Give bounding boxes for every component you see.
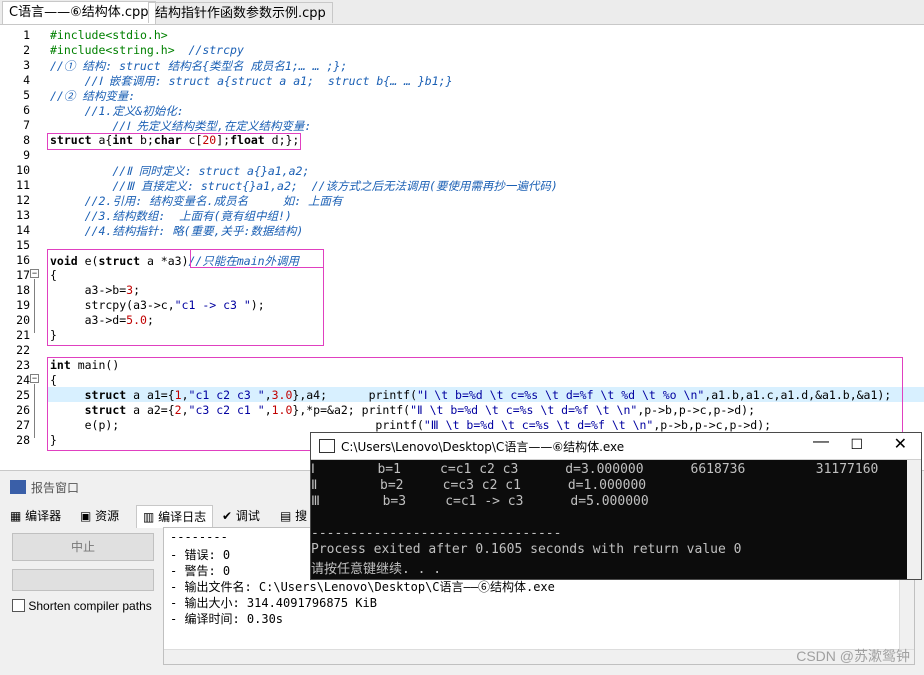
fold-toggle-icon[interactable]: − <box>30 374 39 383</box>
line-number: 2 <box>23 43 30 57</box>
maximize-icon[interactable]: ☐ <box>850 436 863 453</box>
log-line: - 输出文件名: C:\Users\Lenovo\Desktop\C语言——⑥结… <box>170 580 555 594</box>
tab-compiler[interactable]: ▦ 编译器 <box>10 505 61 527</box>
console-title-bar[interactable]: C:\Users\Lenovo\Desktop\C语言——⑥结构体.exe — … <box>311 433 921 460</box>
bar-chart-icon: ▥ <box>143 510 155 524</box>
line-number: 10 <box>16 163 30 177</box>
console-line: Ⅱ b=2 c=c3 c2 c1 d=1.000000 <box>311 478 647 493</box>
code-line[interactable]: //4.结构指针: 略(重要,关乎:数据结构) <box>50 223 304 239</box>
shorten-paths-checkbox[interactable]: Shorten compiler paths <box>12 599 152 613</box>
log-line: - 输出大小: 314.4091796875 KiB <box>170 596 377 610</box>
code-line[interactable]: //② 结构变量: <box>50 88 135 104</box>
console-line: Ⅰ b=1 c=c1 c2 c3 d=3.000000 6618736 3117… <box>311 462 879 477</box>
line-number: 21 <box>16 328 30 342</box>
console-scrollbar[interactable] <box>907 460 921 579</box>
editor-tab-bar: C语言——⑥结构体.cpp 结构指针作函数参数示例.cpp <box>0 0 924 25</box>
code-line[interactable]: //Ⅱ 同时定义: struct a{}a1,a2; <box>50 163 309 179</box>
shorten-paths-label: Shorten compiler paths <box>28 599 152 613</box>
tab-debug[interactable]: ✔ 调试 <box>222 505 260 527</box>
tab-resources[interactable]: ▣ 资源 <box>80 505 119 527</box>
progress-bar <box>12 569 154 591</box>
code-line[interactable]: //1.定义&初始化: <box>50 103 184 119</box>
code-line[interactable]: //2.引用: 结构变量名.成员名 如: 上面有 <box>50 193 343 209</box>
tab-struct-file[interactable]: C语言——⑥结构体.cpp <box>2 1 156 24</box>
code-editor[interactable]: 1 2 3 4 5 6 7 8 9 10 11 12 13 14 15 16 17 18 19 20 21 22 23 24 2… <box>0 25 924 465</box>
line-number: 20 <box>16 313 30 327</box>
checkbox-box[interactable] <box>12 599 25 612</box>
report-window-icon <box>10 480 26 494</box>
line-number: 15 <box>16 238 30 252</box>
fold-guide <box>34 384 35 438</box>
line-number: 27 <box>16 418 30 432</box>
line-number: 12 <box>16 193 30 207</box>
line-number: 26 <box>16 403 30 417</box>
console-line: -------------------------------- <box>311 526 562 541</box>
line-number: 11 <box>16 178 30 192</box>
annotation-box-struct-def <box>47 133 301 150</box>
stop-button[interactable]: 中止 <box>12 533 154 561</box>
checkmark-icon: ✔ <box>222 509 233 523</box>
console-line: 请按任意键继续. . . <box>311 562 442 577</box>
code-line[interactable]: //Ⅲ 直接定义: struct{}a1,a2; //该方式之后无法调用(要使用… <box>50 178 558 194</box>
line-number: 17 <box>16 268 30 282</box>
code-line[interactable]: //Ⅰ 嵌套调用: struct a{struct a a1; struct b… <box>50 73 453 89</box>
resources-icon: ▣ <box>80 509 92 523</box>
line-number: 23 <box>16 358 30 372</box>
code-line[interactable]: #include<stdio.h> <box>50 28 168 42</box>
report-window-title: 报告窗口 <box>31 481 80 495</box>
line-number: 19 <box>16 298 30 312</box>
log-line: - 错误: 0 <box>170 548 231 562</box>
fold-guide <box>34 279 35 333</box>
fold-toggle-icon[interactable]: − <box>30 269 39 278</box>
line-number: 16 <box>16 253 30 267</box>
code-line[interactable]: #include<string.h> //strcpy <box>50 43 244 57</box>
console-line: Process exited after 0.1605 seconds with… <box>311 542 742 557</box>
console-window[interactable]: C:\Users\Lenovo\Desktop\C语言——⑥结构体.exe — … <box>310 432 922 580</box>
line-number: 24 <box>16 373 30 387</box>
line-number: 1 <box>23 28 30 42</box>
log-line: - 编译时间: 0.30s <box>170 612 284 626</box>
code-line[interactable]: //3.结构数组: 上面有(竟有组中组!) <box>50 208 292 224</box>
watermark: CSDN @苏漱鸳钟 <box>796 648 910 664</box>
line-number: 9 <box>23 148 30 162</box>
line-number: 18 <box>16 283 30 297</box>
tab-compile-log[interactable]: ▥ 编译日志 <box>136 505 214 528</box>
line-number: 6 <box>23 103 30 117</box>
console-app-icon <box>319 439 335 453</box>
line-number: 14 <box>16 223 30 237</box>
annotation-box-comment <box>190 249 324 268</box>
line-number: 25 <box>16 388 30 402</box>
line-number: 22 <box>16 343 30 357</box>
tab-pointer-example-file[interactable]: 结构指针作函数参数示例.cpp <box>148 2 333 23</box>
line-number: 13 <box>16 208 30 222</box>
tab-search[interactable]: ▤ 搜 <box>280 505 307 527</box>
line-number: 7 <box>23 118 30 132</box>
log-line: - 警告: 0 <box>170 564 231 578</box>
line-number: 3 <box>23 58 30 72</box>
search-tab-icon: ▤ <box>280 509 292 523</box>
code-line[interactable]: //Ⅰ 先定义结构类型,在定义结构变量: <box>50 118 311 134</box>
console-line: Ⅲ b=3 c=c1 -> c3 d=5.000000 <box>311 494 649 509</box>
code-line[interactable]: //① 结构: struct 结构名{类型名 成员名1;… … ;}; <box>50 58 347 74</box>
minimize-icon[interactable]: — <box>813 433 829 451</box>
compiler-grid-icon: ▦ <box>10 509 22 523</box>
line-number: 28 <box>16 433 30 447</box>
line-number: 8 <box>23 133 30 147</box>
line-number: 4 <box>23 73 30 87</box>
log-line: -------- <box>170 530 228 544</box>
line-number: 5 <box>23 88 30 102</box>
close-icon[interactable]: ✕ <box>894 434 907 454</box>
console-title: C:\Users\Lenovo\Desktop\C语言——⑥结构体.exe <box>341 440 625 454</box>
